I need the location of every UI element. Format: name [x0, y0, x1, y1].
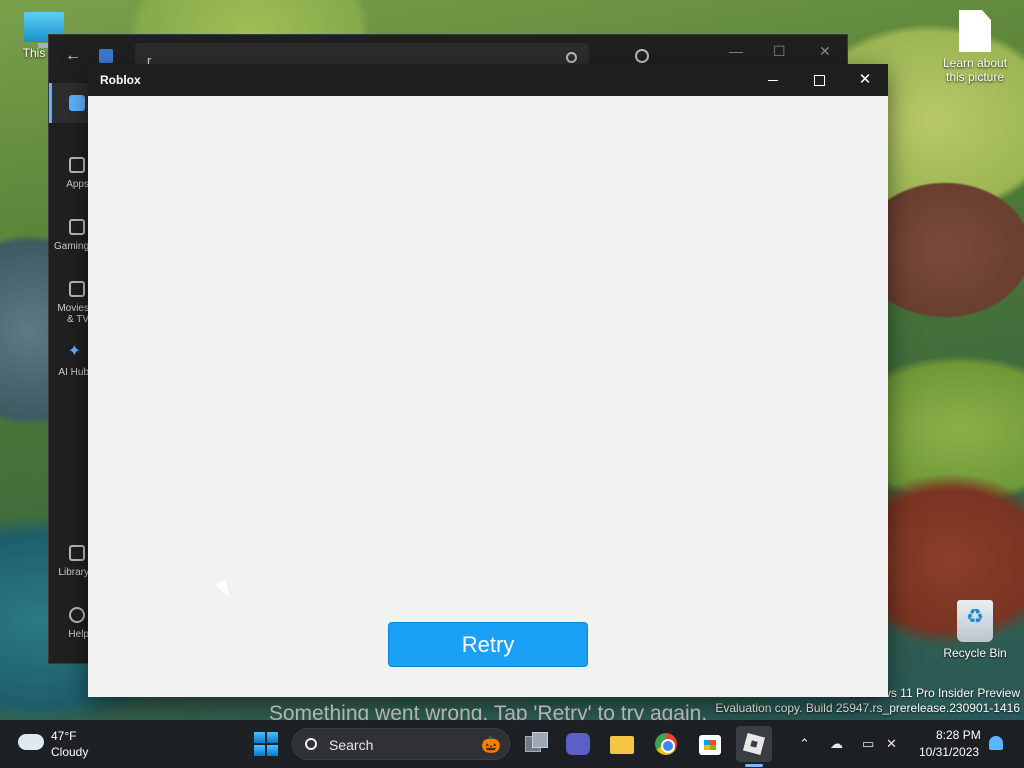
search-icon: [305, 738, 317, 750]
sidebar-item-movies[interactable]: Movies & TV: [49, 281, 89, 325]
halloween-pumpkin-icon: 🎃: [481, 737, 501, 754]
desktop-icon-label: Recycle Bin: [943, 646, 1007, 660]
help-icon: [69, 607, 85, 623]
back-arrow-icon[interactable]: ←: [65, 47, 81, 65]
sidebar-item-label: Movies & TV: [57, 303, 89, 325]
microsoft-store-icon[interactable]: [696, 730, 724, 758]
file-explorer-icon[interactable]: [608, 730, 636, 758]
clock-time[interactable]: 8:28 PM: [936, 728, 981, 742]
clock-date[interactable]: 10/31/2023: [919, 745, 979, 759]
sidebar-item-apps[interactable]: Apps: [49, 157, 89, 190]
gamepad-icon: [69, 219, 85, 235]
close-button[interactable]: ✕: [842, 64, 888, 96]
retry-button[interactable]: Retry: [388, 622, 588, 667]
sidebar-item-label: Gaming: [53, 241, 89, 252]
weather-temperature[interactable]: 47°F: [51, 729, 76, 743]
store-sidebar: Apps Gaming Movies & TV ✦ AI Hub Library…: [49, 83, 89, 663]
apps-icon: [69, 157, 85, 173]
weather-description[interactable]: Cloudy: [51, 745, 88, 759]
windows-start-icon[interactable]: [254, 732, 278, 756]
window-title: Roblox: [100, 73, 141, 87]
minimize-button[interactable]: [750, 64, 796, 96]
meet-icon[interactable]: [564, 730, 592, 758]
desktop-icon-recycle-bin[interactable]: ♻ Recycle Bin: [935, 600, 1015, 660]
desktop-icon-label: Learn about this picture: [942, 56, 1008, 84]
movies-icon: [69, 281, 85, 297]
taskbar-search[interactable]: Search 🎃: [292, 728, 510, 760]
store-titlebar: ← r — ☐ ✕: [49, 35, 847, 75]
home-icon: [69, 95, 85, 111]
cloud-icon[interactable]: [18, 734, 44, 750]
sidebar-item-library[interactable]: Library: [49, 545, 89, 578]
chrome-icon[interactable]: [652, 730, 680, 758]
search-icon[interactable]: [566, 52, 577, 63]
sidebar-item-label: Library: [58, 567, 89, 578]
taskbar-search-label: Search: [329, 737, 374, 753]
roblox-titlebar[interactable]: Roblox ✕: [88, 64, 888, 96]
document-icon: [959, 10, 991, 52]
display-icon[interactable]: ▭: [862, 736, 874, 752]
maximize-button[interactable]: [796, 64, 842, 96]
volume-muted-icon[interactable]: ✕: [886, 736, 897, 752]
sidebar-item-home[interactable]: [49, 83, 89, 123]
sidebar-item-label: Help: [68, 629, 89, 640]
roblox-icon[interactable]: [736, 726, 772, 762]
taskbar: 47°F Cloudy Search 🎃 ⌃ ☁ ▭ ✕ 8:28 PM 10/…: [0, 720, 1024, 768]
user-icon[interactable]: [635, 49, 649, 63]
task-view-icon[interactable]: [522, 730, 550, 758]
library-icon: [69, 545, 85, 561]
minimize-icon[interactable]: —: [729, 43, 743, 59]
roblox-content: Retry Something went wrong. Tap 'Retry' …: [88, 96, 888, 725]
roblox-window: Roblox ✕ Retry Something went wrong. Tap…: [88, 64, 888, 725]
running-indicator: [745, 764, 763, 767]
close-icon[interactable]: ✕: [819, 43, 831, 60]
recycle-bin-icon: ♻: [957, 600, 993, 642]
chevron-up-icon[interactable]: ⌃: [799, 736, 810, 752]
notification-bell-icon[interactable]: [989, 736, 1003, 750]
sidebar-item-help[interactable]: Help: [49, 607, 89, 640]
onedrive-off-icon[interactable]: ☁: [830, 736, 843, 752]
sidebar-item-label: Apps: [66, 179, 89, 190]
sidebar-item-ai-hub[interactable]: ✦ AI Hub: [49, 341, 89, 378]
desktop-icon-learn-about-picture[interactable]: Learn about this picture: [935, 10, 1015, 84]
sparkle-icon: ✦: [67, 343, 81, 360]
store-logo-icon: [99, 49, 113, 63]
sidebar-item-label: AI Hub: [58, 367, 89, 378]
maximize-icon[interactable]: ☐: [773, 43, 786, 60]
sidebar-item-gaming[interactable]: Gaming: [49, 219, 89, 252]
